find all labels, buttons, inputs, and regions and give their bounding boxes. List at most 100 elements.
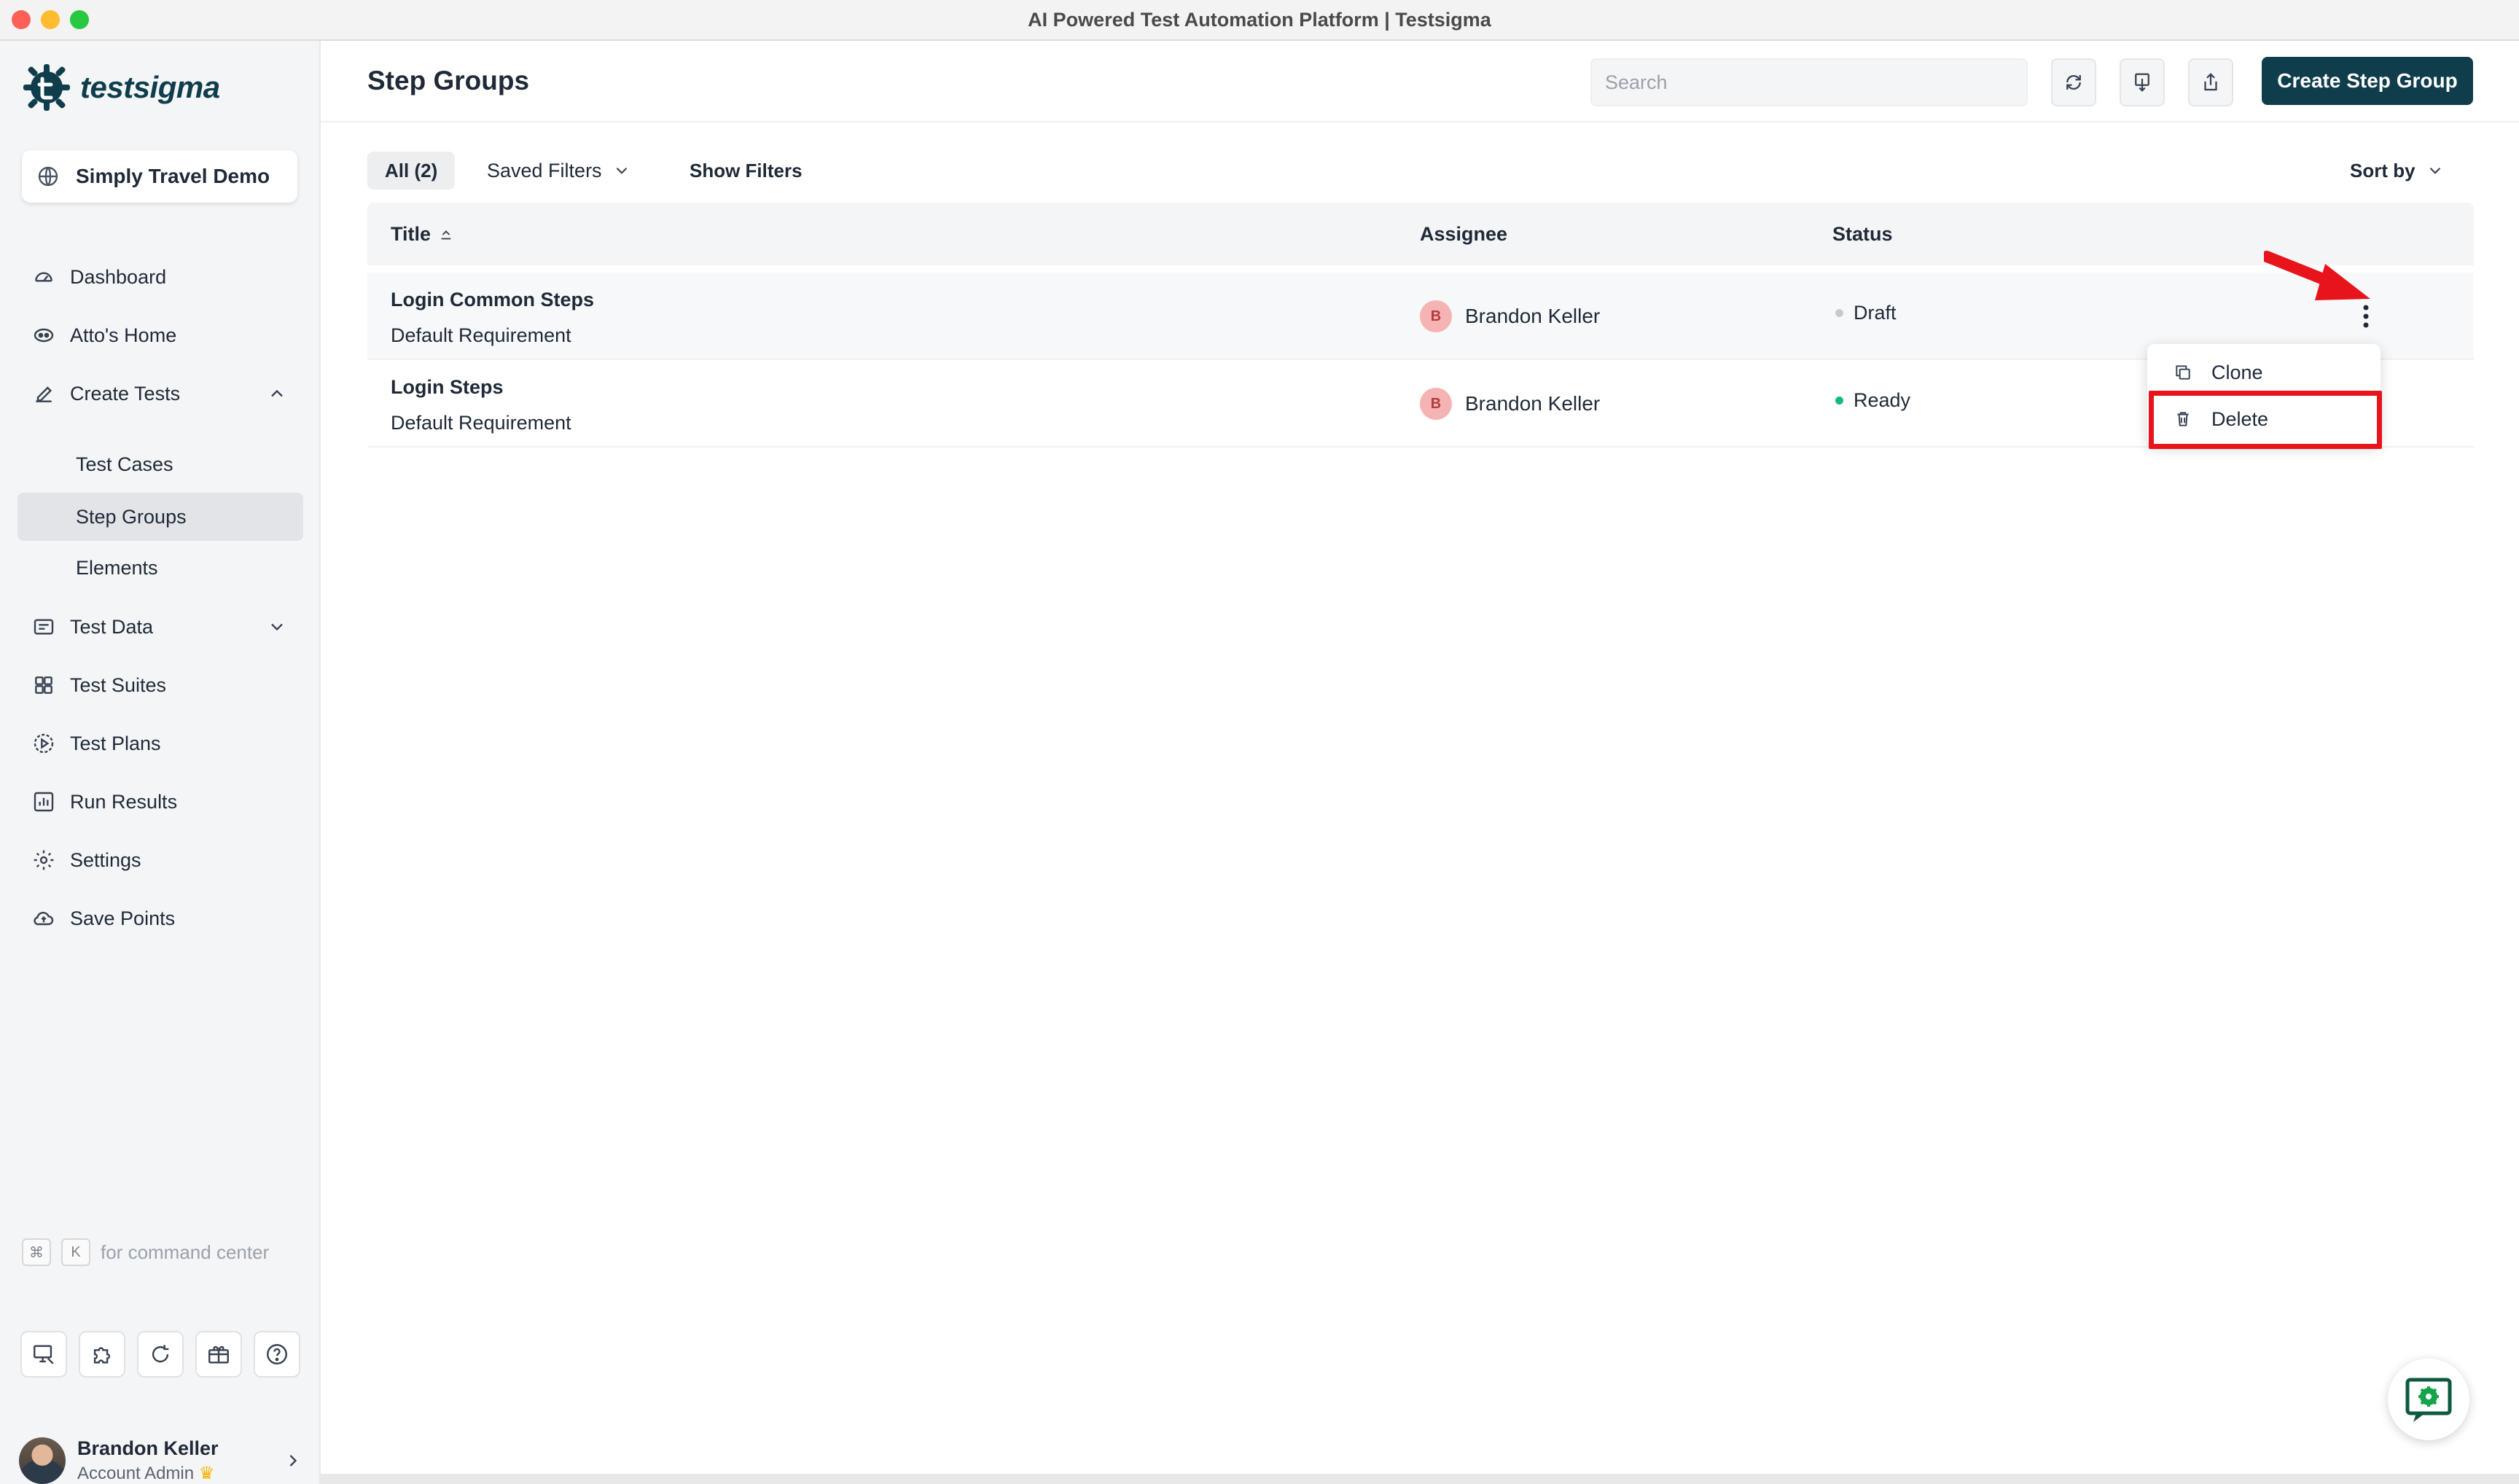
command-center-text: for command center: [101, 1241, 270, 1263]
assignee-cell: B Brandon Keller: [1420, 388, 1600, 420]
sort-by-dropdown[interactable]: Sort by: [2350, 152, 2445, 190]
addons-button[interactable]: [79, 1331, 125, 1378]
row-title-cell: Login Common Steps Default Requirement: [391, 289, 594, 347]
sidebar-item-label: Dashboard: [70, 265, 167, 288]
step-group-title[interactable]: Login Common Steps: [391, 289, 594, 311]
show-filters-button[interactable]: Show Filters: [690, 152, 802, 190]
column-header-status[interactable]: Status: [1832, 223, 1893, 246]
assignee-avatar: B: [1420, 300, 1452, 332]
status-dot: [1835, 397, 1843, 405]
assignee-cell: B Brandon Keller: [1420, 300, 1600, 332]
sidebar-item-label: Settings: [70, 848, 141, 871]
sort-by-label: Sort by: [2350, 159, 2415, 181]
command-center-hint: ⌘ K for command center: [22, 1238, 269, 1266]
requirement-name: Default Requirement: [391, 324, 571, 346]
kebab-menu-icon: [2363, 305, 2369, 328]
sidebar-item-label: Elements: [76, 556, 158, 579]
sidebar-item-label: Test Data: [70, 615, 154, 638]
export-button[interactable]: [2188, 58, 2233, 106]
project-switcher-button[interactable]: Simply Travel Demo: [22, 150, 297, 203]
copy-icon: [2176, 365, 2190, 380]
assignee-name: Brandon Keller: [1465, 392, 1601, 415]
minimize-window-button[interactable]: [41, 10, 60, 29]
pencil-icon: [36, 386, 52, 402]
clone-menu-item[interactable]: Clone: [2147, 350, 2381, 395]
agent-button[interactable]: [20, 1331, 67, 1378]
speedometer-icon: [35, 272, 52, 282]
sidebar-item-step-groups[interactable]: Step Groups: [17, 493, 303, 541]
support-chat-button[interactable]: [2388, 1359, 2469, 1440]
sidebar-item-elements[interactable]: Elements: [17, 544, 303, 592]
saved-filters-dropdown[interactable]: Saved Filters: [487, 152, 631, 190]
download-icon: [2135, 73, 2149, 92]
sidebar-item-label: Atto's Home: [70, 324, 177, 346]
sidebar-item-attos-home[interactable]: Atto's Home: [17, 312, 303, 359]
sidebar-item-label: Test Cases: [76, 453, 173, 475]
sidebar-item-test-cases[interactable]: Test Cases: [17, 440, 303, 488]
globe-icon: [38, 166, 58, 187]
sidebar-item-label: Test Suites: [70, 673, 167, 696]
chevron-down-icon: [2429, 167, 2440, 174]
user-profile-button[interactable]: Brandon Keller Account Admin ♛: [19, 1433, 303, 1484]
sidebar-item-test-plans[interactable]: Test Plans: [17, 720, 303, 767]
table-header: Title Assignee Status: [367, 203, 2474, 265]
close-window-button[interactable]: [12, 10, 31, 29]
sidebar-item-label: Step Groups: [76, 505, 187, 528]
refresh-icon: [2066, 75, 2081, 90]
window-titlebar: AI Powered Test Automation Platform | Te…: [0, 0, 2519, 41]
sync-button[interactable]: [137, 1331, 184, 1378]
maximize-window-button[interactable]: [70, 10, 89, 29]
robot-icon: [34, 328, 54, 343]
chevron-right-icon: [289, 1455, 297, 1467]
clone-label: Clone: [2211, 361, 2263, 383]
sidebar-tools: [20, 1331, 300, 1378]
chevron-down-icon: [616, 167, 627, 174]
column-title-label: Title: [391, 223, 431, 245]
import-button[interactable]: [2120, 58, 2165, 106]
command-key: ⌘: [22, 1238, 51, 1266]
column-header-assignee[interactable]: Assignee: [1420, 223, 1507, 246]
sidebar-item-create-tests[interactable]: Create Tests: [17, 370, 303, 417]
horizontal-scrollbar[interactable]: [321, 1474, 2519, 1484]
testsigma-logo-icon: [23, 64, 70, 111]
sidebar-item-test-suites[interactable]: Test Suites: [17, 662, 303, 708]
whats-new-button[interactable]: [195, 1331, 242, 1378]
chevron-up-icon[interactable]: [267, 383, 287, 404]
status-label: Ready: [1854, 389, 1911, 411]
user-role: Account Admin: [77, 1464, 195, 1483]
sidebar-item-settings[interactable]: Settings: [17, 837, 303, 883]
search-input[interactable]: [1590, 58, 2028, 106]
testsigma-logo[interactable]: testsigma: [22, 63, 220, 112]
help-button[interactable]: [254, 1331, 300, 1378]
sidebar-item-label: Run Results: [70, 790, 178, 813]
sidebar-item-test-data[interactable]: Test Data: [17, 604, 303, 650]
sidebar-item-label: Save Points: [70, 907, 176, 929]
monitor-icon: [34, 1345, 54, 1364]
sidebar-item-label: Test Plans: [70, 732, 161, 754]
status-badge: Draft: [1835, 302, 1897, 324]
sidebar: testsigma Simply Travel Demo Dashboard A…: [0, 41, 321, 1484]
window-controls: [12, 10, 89, 29]
create-step-group-button[interactable]: Create Step Group: [2262, 57, 2473, 105]
chevron-down-icon[interactable]: [267, 617, 287, 637]
refresh-button[interactable]: [2051, 58, 2096, 106]
row-actions-button[interactable]: [2351, 302, 2381, 331]
gift-icon: [208, 1346, 229, 1364]
row-title-cell: Login Steps Default Requirement: [391, 376, 571, 434]
sort-ascending-icon: [441, 230, 451, 239]
sidebar-item-save-points[interactable]: Save Points: [17, 895, 303, 942]
bar-chart-icon: [34, 792, 54, 812]
user-info: Brandon Keller Account Admin ♛: [77, 1437, 219, 1484]
delete-highlight-box: [2149, 391, 2382, 449]
step-group-title[interactable]: Login Steps: [391, 376, 571, 399]
question-circle-icon: [267, 1344, 287, 1364]
sidebar-item-run-results[interactable]: Run Results: [17, 778, 303, 825]
puzzle-icon: [93, 1347, 111, 1364]
column-header-title[interactable]: Title: [391, 223, 454, 246]
user-name: Brandon Keller: [77, 1437, 219, 1459]
avatar: [19, 1437, 66, 1484]
chat-bubble-icon: [2405, 1378, 2452, 1422]
user-role-line: Account Admin ♛: [77, 1463, 219, 1484]
sidebar-item-dashboard[interactable]: Dashboard: [17, 254, 303, 300]
all-filter-pill[interactable]: All (2): [367, 152, 456, 190]
